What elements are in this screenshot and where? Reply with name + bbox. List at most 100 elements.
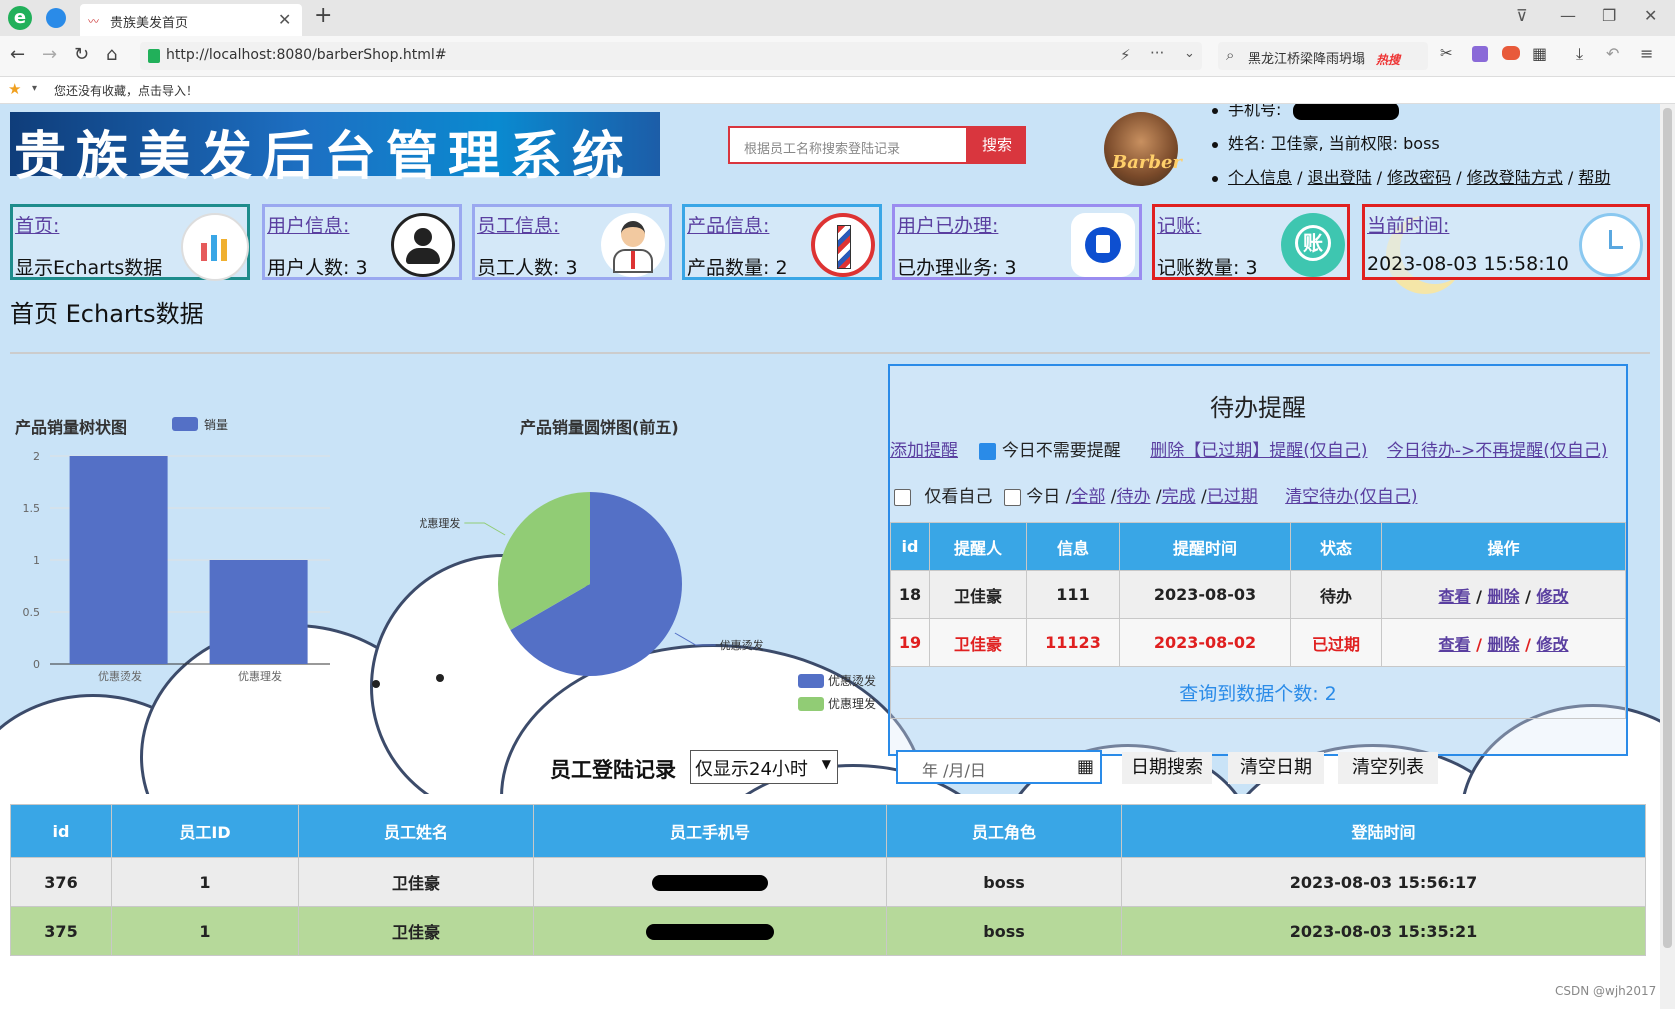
browser-tab[interactable]: 〰 贵族美发首页 ✕ (80, 4, 302, 36)
clear-todo-link[interactable]: 清空待办(仅自己) (1285, 487, 1417, 507)
hot-badge: 热搜 (1376, 53, 1401, 67)
cell-time: 2023-08-03 (1119, 570, 1291, 619)
card-accounting-link[interactable]: 记账: (1157, 211, 1201, 238)
add-reminder-link[interactable]: 添加提醒 (890, 441, 958, 461)
navigate-icon[interactable] (46, 8, 66, 28)
clear-list-button[interactable]: 清空列表 (1338, 752, 1438, 784)
menu-icon[interactable]: ≡ (1640, 44, 1653, 63)
pie-legend-swatch-1[interactable] (798, 697, 824, 711)
calendar-icon[interactable]: ▦ (1077, 756, 1094, 777)
bar-legend-label[interactable]: 销量 (204, 416, 228, 433)
view-link[interactable]: 查看 (1438, 635, 1470, 654)
cell-person: 卫佳豪 (929, 570, 1027, 619)
x-tick-label: 优惠理发 (238, 669, 282, 683)
card-time-link[interactable]: 当前时间: (1367, 211, 1449, 238)
card-home: 首页: 显示Echarts数据 (10, 204, 250, 281)
card-home-link[interactable]: 首页: (15, 211, 59, 238)
time-range-select[interactable]: 仅显示24小时 ▼ (690, 750, 838, 784)
login-record-search-input[interactable]: 根据员工名称搜索登陆记录 (728, 126, 968, 164)
edit-link[interactable]: 修改 (1536, 587, 1568, 606)
today-todo-link[interactable]: 今日待办->不再提醒(仅自己) (1387, 441, 1608, 461)
delete-expired-link[interactable]: 删除【已过期】提醒(仅自己) (1150, 441, 1367, 461)
user-phone: 手机号: (1212, 104, 1399, 120)
apps-icon[interactable]: ▦ (1532, 44, 1547, 63)
avatar[interactable]: Barber (1104, 112, 1182, 186)
profile-link[interactable]: 个人信息 (1228, 168, 1292, 187)
cell-employee-name: 卫佳豪 (298, 906, 534, 956)
card-products-link[interactable]: 产品信息: (687, 211, 769, 238)
star-icon[interactable]: ★ (8, 80, 21, 98)
lightning-icon[interactable]: ⚡ (1120, 46, 1131, 64)
filter-expired-link[interactable]: 已过期 (1207, 487, 1258, 507)
card-employees-link[interactable]: 员工信息: (477, 211, 559, 238)
change-login-method-link[interactable]: 修改登陆方式 (1467, 168, 1563, 187)
logout-link[interactable]: 退出登陆 (1308, 168, 1372, 187)
card-products-value: 产品数量: 2 (687, 257, 788, 279)
cell-employee-role: boss (886, 857, 1122, 907)
change-password-link[interactable]: 修改密码 (1387, 168, 1451, 187)
tab-close-icon[interactable]: ✕ (278, 10, 291, 29)
card-handled-link[interactable]: 用户已办理: (897, 211, 998, 238)
minimize-icon[interactable]: — (1560, 6, 1576, 25)
employee-icon (601, 213, 665, 277)
pie-legend-swatch-0[interactable] (798, 674, 824, 688)
download-icon[interactable]: ⤓ (1576, 44, 1583, 64)
ledger-icon: 账 (1281, 213, 1345, 277)
cell-employee-id: 1 (111, 906, 299, 956)
only-me-checkbox[interactable] (894, 488, 911, 506)
y-tick-label: 0 (33, 658, 40, 671)
tab-title: 贵族美发首页 (110, 16, 189, 31)
more-icon[interactable]: ··· (1150, 44, 1164, 62)
pie-legend-label-1[interactable]: 优惠理发 (828, 695, 876, 712)
undo-icon[interactable]: ↶ (1606, 44, 1619, 63)
reload-icon[interactable]: ↻ (74, 44, 89, 65)
edit-link[interactable]: 修改 (1536, 635, 1568, 654)
maximize-icon[interactable]: ❐ (1602, 6, 1616, 25)
url-field[interactable]: http://localhost:8080/barberShop.html# ⚡… (140, 42, 1202, 70)
today-checkbox[interactable] (1003, 488, 1021, 506)
filter-done-link[interactable]: 完成 (1162, 487, 1196, 507)
pie-legend-label-0[interactable]: 优惠烫发 (828, 672, 876, 689)
scrollbar[interactable] (1660, 104, 1675, 1009)
new-tab-icon[interactable]: + (314, 3, 332, 28)
no-remind-checkbox[interactable] (979, 442, 997, 460)
back-icon[interactable]: ← (10, 44, 25, 65)
date-search-button[interactable]: 日期搜索 (1122, 752, 1212, 784)
browser-search-box[interactable]: ⌕ 黑龙江桥梁降雨坍塌 热搜 (1218, 42, 1428, 70)
user-name-line: 姓名: 卫佳豪, 当前权限: boss (1212, 130, 1440, 154)
bookmark-dropdown-icon[interactable]: ▾ (32, 83, 37, 94)
search-button[interactable]: 搜索 (968, 126, 1026, 164)
close-window-icon[interactable]: ✕ (1644, 6, 1657, 25)
scrollbar-thumb[interactable] (1663, 108, 1672, 948)
help-link[interactable]: 帮助 (1578, 168, 1610, 187)
bookmark-import-hint[interactable]: 您还没有收藏，点击导入！ (54, 82, 198, 99)
home-icon[interactable]: ⌂ (106, 44, 117, 65)
card-products: 产品信息: 产品数量: 2 (682, 204, 882, 280)
cut-icon[interactable]: ✂ (1440, 44, 1453, 62)
date-input[interactable]: 年 /月/日 ▦ (896, 750, 1102, 784)
cell-ops: 查看 / 删除 / 修改 (1381, 570, 1626, 619)
user-icon (391, 213, 455, 277)
delete-link[interactable]: 删除 (1487, 635, 1519, 654)
filter-all-link[interactable]: 全部 (1071, 487, 1105, 507)
game-icon[interactable] (1502, 46, 1520, 60)
delete-link[interactable]: 删除 (1487, 587, 1519, 606)
col-time: 提醒时间 (1119, 522, 1291, 571)
cell-id: 376 (10, 857, 112, 907)
pie-label-line (464, 522, 506, 536)
pin-icon[interactable]: ⊽ (1516, 6, 1528, 25)
chevron-down-icon[interactable]: ⌄ (1184, 46, 1195, 61)
pie-slice-label: 优惠烫发 (720, 638, 764, 652)
date-placeholder: 年 /月/日 (922, 761, 986, 780)
forward-icon[interactable]: → (42, 44, 57, 65)
browser-logo-icon: e (8, 6, 32, 30)
chart-icon (181, 213, 249, 281)
filter-todo-link[interactable]: 待办 (1117, 487, 1151, 507)
bar-legend-swatch[interactable] (172, 417, 198, 431)
translate-icon[interactable] (1472, 46, 1488, 62)
card-users-link[interactable]: 用户信息: (267, 211, 349, 238)
view-link[interactable]: 查看 (1438, 587, 1470, 606)
phone-label: 手机号: (1228, 104, 1282, 119)
clear-date-button[interactable]: 清空日期 (1228, 752, 1324, 784)
cell-login-time: 2023-08-03 15:56:17 (1121, 857, 1646, 907)
